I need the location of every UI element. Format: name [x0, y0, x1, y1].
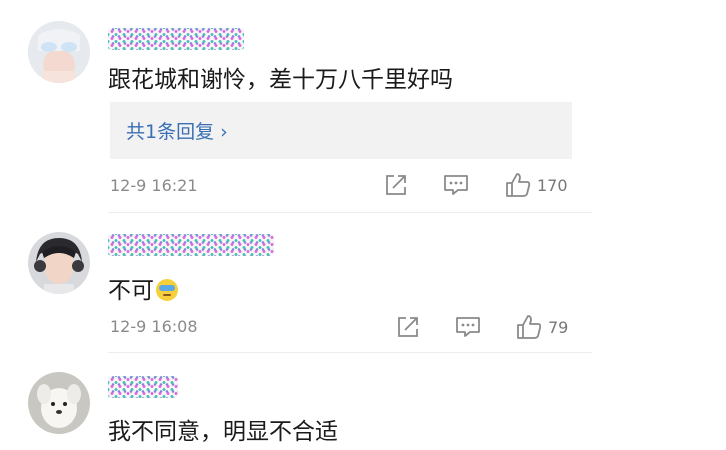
comment-text: 跟花城和谢怜，差十万八千里好吗 — [108, 67, 453, 93]
share-icon — [386, 175, 406, 195]
avatar-girl-hands-image — [28, 21, 90, 83]
avatar-boy-headphones-image — [28, 232, 90, 294]
comment-text: 我不同意，明显不合适 — [108, 419, 338, 445]
share-button[interactable] — [396, 315, 420, 339]
comment-item: 我不同意，明显不合适 — [0, 354, 726, 450]
comment-timestamp: 12-9 16:08 — [110, 317, 198, 336]
divider — [108, 212, 592, 213]
share-icon — [398, 317, 418, 337]
avatar-white-dog-image — [28, 372, 90, 434]
replies-label: 共1条回复 › — [126, 121, 228, 143]
emoji-icon — [156, 279, 178, 301]
comment-item: 跟花城和谢怜，差十万八千里好吗 共1条回复 › 12-9 16:21 170 — [0, 0, 726, 214]
comment-button[interactable] — [443, 173, 469, 197]
divider — [108, 352, 592, 353]
comment-text-content: 不可 — [108, 278, 154, 304]
like-button[interactable]: 79 — [516, 314, 568, 340]
like-count: 79 — [548, 317, 569, 337]
share-button[interactable] — [384, 173, 408, 197]
comment-icon — [456, 317, 480, 337]
username-blurred[interactable] — [108, 234, 274, 256]
comment-timestamp: 12-9 16:21 — [110, 176, 198, 195]
username-blurred[interactable] — [108, 28, 244, 50]
avatar[interactable] — [28, 21, 90, 83]
thumbs-up-icon — [517, 315, 542, 339]
avatar[interactable] — [28, 372, 90, 434]
like-button[interactable]: 170 — [505, 172, 568, 198]
comment-button[interactable] — [455, 315, 481, 339]
thumbs-up-icon — [506, 173, 531, 197]
view-replies-button[interactable]: 共1条回复 › — [110, 102, 572, 159]
comment-icon — [444, 175, 468, 195]
username-blurred[interactable] — [108, 376, 178, 398]
avatar[interactable] — [28, 232, 90, 294]
like-count: 170 — [537, 175, 568, 195]
comment-item: 不可 12-9 16:08 79 — [0, 214, 726, 354]
comment-text: 不可 — [108, 271, 178, 305]
